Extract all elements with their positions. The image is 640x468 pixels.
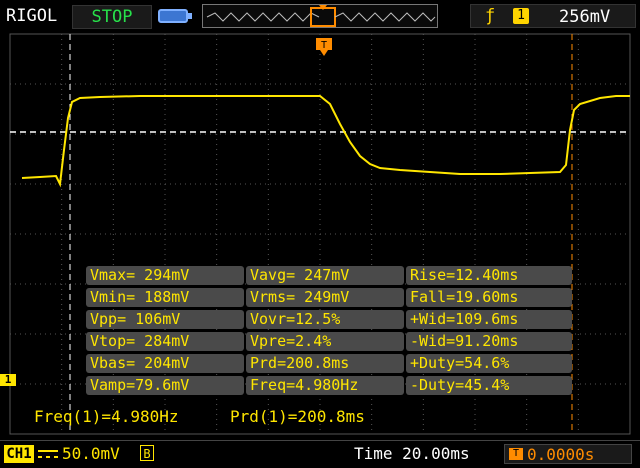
measure-cell: -Wid=91.20ms — [406, 332, 572, 351]
measure-cell: +Duty=54.6% — [406, 354, 572, 373]
channel1-label[interactable]: CH1 — [4, 445, 34, 463]
measure-cell: Prd=200.8ms — [246, 354, 404, 373]
trigger-offset-icon: T — [509, 448, 523, 460]
trigger-offset-readout: 0.0000s — [527, 445, 595, 464]
frequency-counter: Freq(1)=4.980Hz — [34, 407, 179, 426]
measure-cell: Freq=4.980Hz — [246, 376, 404, 395]
measure-cell: Vpre=2.4% — [246, 332, 404, 351]
measure-cell: +Wid=109.6ms — [406, 310, 572, 329]
measure-cell: -Duty=45.4% — [406, 376, 572, 395]
measure-cell: Vavg= 247mV — [246, 266, 404, 285]
period-counter: Prd(1)=200.8ms — [230, 407, 365, 426]
measure-cell: Vovr=12.5% — [246, 310, 404, 329]
channel1-ground-marker[interactable]: 1 — [0, 374, 16, 386]
measure-cell: Vrms= 249mV — [246, 288, 404, 307]
bandwidth-limit-flag: B — [140, 445, 154, 461]
dc-coupling-icon — [38, 450, 58, 458]
measure-cell: Fall=19.60ms — [406, 288, 572, 307]
measure-cell: Vamp=79.6mV — [86, 376, 244, 395]
measure-cell: Vbas= 204mV — [86, 354, 244, 373]
bottom-status-bar: CH1 50.0mV B Time 20.00ms T 0.0000s — [0, 440, 640, 468]
vertical-scale-readout[interactable]: 50.0mV — [62, 444, 120, 463]
measure-cell: Vpp= 106mV — [86, 310, 244, 329]
measure-cell: Vtop= 284mV — [86, 332, 244, 351]
measure-cell: Vmin= 188mV — [86, 288, 244, 307]
measure-cell: Vmax= 294mV — [86, 266, 244, 285]
trigger-position-marker[interactable]: T — [316, 38, 332, 56]
measure-cell: Rise=12.40ms — [406, 266, 572, 285]
measurement-table: Vmax= 294mV Vavg= 247mV Rise=12.40ms Vmi… — [86, 266, 572, 400]
trigger-offset-panel[interactable]: T 0.0000s — [504, 444, 632, 464]
timebase-readout[interactable]: Time 20.00ms — [354, 444, 470, 463]
trigger-marker-label: T — [321, 40, 327, 51]
